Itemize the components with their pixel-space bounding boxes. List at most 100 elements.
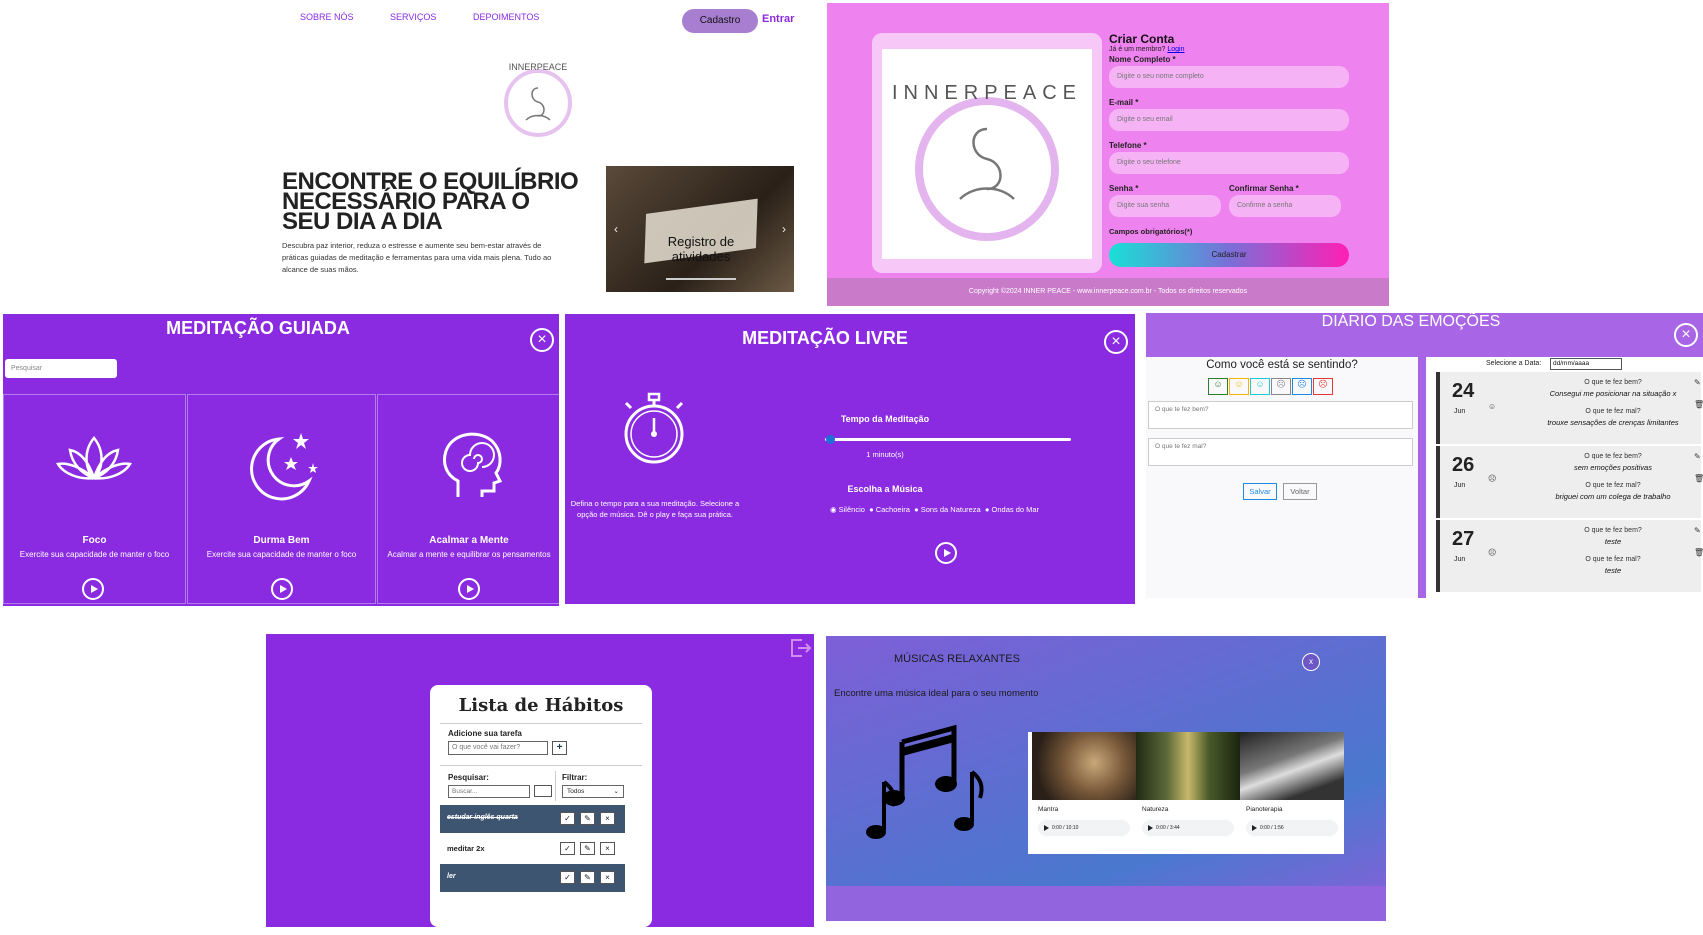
email-field[interactable]: Digite o seu email	[1109, 109, 1349, 131]
close-icon[interactable]: ×	[1104, 330, 1128, 354]
trash-icon[interactable]: 🗑	[1694, 474, 1703, 483]
audio-player[interactable]: 0:00 / 3:44	[1142, 820, 1234, 836]
check-icon[interactable]: ✓	[560, 812, 575, 825]
edit-icon[interactable]: ✎	[1694, 378, 1701, 387]
track-image	[1032, 732, 1136, 800]
delete-icon[interactable]: ×	[600, 871, 615, 884]
trash-icon[interactable]: 🗑	[1694, 548, 1703, 557]
pencil-icon[interactable]: ✎	[580, 871, 595, 884]
filter-select[interactable]: Todos ⌄	[562, 785, 624, 798]
tracks-grid: Mantra 0:00 / 10:10 Natureza 0:00 / 3:44…	[1028, 732, 1344, 854]
register-button[interactable]: Cadastro	[682, 9, 758, 33]
add-task-button[interactable]: +	[552, 741, 567, 755]
audio-player[interactable]: 0:00 / 1:56	[1246, 820, 1338, 836]
diary-history: Selecione a Data: dd/mm/aaaa 24 Jun ☺ O …	[1426, 357, 1703, 598]
moon-stars-icon	[250, 433, 318, 501]
meditation-card-focus[interactable]: Foco Exercite sua capacidade de manter o…	[3, 394, 186, 604]
save-button[interactable]: Salvar	[1243, 483, 1277, 500]
play-icon[interactable]	[935, 542, 957, 564]
emoji-neutral-icon[interactable]: ☹	[1271, 378, 1291, 395]
search-input[interactable]: Pesquisar	[5, 359, 117, 378]
meditation-card-calm[interactable]: Acalmar a Mente Acalmar a mente e equili…	[377, 394, 559, 604]
carousel-caption: Registro de atividades	[667, 234, 735, 264]
nav-testimonials[interactable]: DEPOIMENTOS	[473, 12, 539, 22]
good-question: O que te fez bem?	[1584, 379, 1642, 386]
check-icon[interactable]: ✓	[560, 842, 575, 855]
name-field[interactable]: Digite o seu nome completo	[1109, 66, 1349, 88]
back-button[interactable]: Voltar	[1283, 483, 1317, 500]
close-icon[interactable]: ×	[530, 328, 554, 352]
pencil-icon[interactable]: ✎	[580, 812, 595, 825]
play-icon[interactable]	[271, 578, 293, 600]
login-link[interactable]: Login	[1167, 46, 1184, 53]
check-icon[interactable]: ✓	[560, 871, 575, 884]
bad-answer: trouxe sensações de crenças limitantes	[1547, 418, 1679, 427]
emoji-smile-icon[interactable]: ☺	[1229, 378, 1249, 395]
habit-item: meditar 2x ✓ ✎ ×	[440, 835, 625, 863]
divider	[440, 765, 642, 766]
entry-day: 24	[1452, 380, 1475, 402]
emoji-happy-icon[interactable]: ☺	[1208, 378, 1228, 395]
clear-search-icon[interactable]: ⌫	[534, 785, 552, 797]
signup-page: INNERPEACE Criar Conta Já é um membro? L…	[827, 3, 1389, 306]
activity-carousel[interactable]: ‹ › Registro de atividades	[606, 166, 794, 292]
date-input[interactable]: dd/mm/aaaa	[1550, 358, 1622, 370]
nav-services[interactable]: SERVIÇOS	[390, 12, 436, 22]
radio-silence[interactable]: ◉ Silêncio	[830, 505, 865, 514]
trash-icon[interactable]: 🗑	[1694, 400, 1703, 409]
page-title: DIÁRIO DAS EMOÇÕES	[1146, 313, 1676, 357]
emoji-love-icon[interactable]: ☺	[1250, 378, 1270, 395]
chevron-down-icon: ⌄	[613, 788, 619, 795]
delete-icon[interactable]: ×	[600, 842, 615, 855]
card-title: Foco	[82, 535, 107, 546]
delete-icon[interactable]: ×	[600, 812, 615, 825]
search-input[interactable]: Buscar...	[448, 785, 530, 798]
close-icon[interactable]: ×	[1674, 323, 1698, 347]
radio-waterfall[interactable]: ● Cachoeira	[869, 505, 910, 514]
mood-icon: ☺	[1488, 402, 1497, 411]
track-name: Natureza	[1142, 806, 1169, 813]
time-slider[interactable]	[825, 435, 1071, 444]
landing-page: SOBRE NÓS SERVIÇOS DEPOIMENTOS Cadastro …	[260, 0, 802, 298]
track-card: Natureza 0:00 / 3:44	[1136, 732, 1240, 842]
edit-icon[interactable]: ✎	[1694, 526, 1701, 535]
slider-thumb[interactable]	[825, 435, 835, 444]
good-answer: Consegui me posicionar na situação x	[1549, 389, 1677, 398]
play-icon[interactable]	[82, 578, 104, 600]
track-image	[1136, 732, 1240, 800]
add-task-input[interactable]: O que você vai fazer?	[448, 741, 548, 755]
close-icon[interactable]: x	[1302, 653, 1320, 671]
bad-textarea[interactable]: O que te fez mal?	[1148, 438, 1413, 466]
confirm-password-field[interactable]: Confirme a senha	[1229, 195, 1341, 217]
submit-button[interactable]: Cadastrar	[1109, 243, 1349, 267]
carousel-indicators[interactable]	[666, 278, 736, 280]
add-label: Adicione sua tarefa	[448, 729, 522, 738]
good-textarea[interactable]: O que te fez bem?	[1148, 401, 1413, 429]
audio-player[interactable]: 0:00 / 10:10	[1038, 820, 1130, 836]
date-label: Selecione a Data:	[1486, 360, 1542, 367]
nav-about[interactable]: SOBRE NÓS	[300, 12, 354, 22]
music-options: ◉ Silêncio ● Cachoeira ● Sons da Naturez…	[830, 505, 1039, 514]
lotus-icon	[56, 436, 132, 480]
meditation-card-sleep[interactable]: Durma Bem Exercite sua capacidade de man…	[187, 394, 376, 604]
emoji-angry-icon[interactable]: ☹	[1313, 378, 1333, 395]
radio-ocean[interactable]: ● Ondas do Mar	[985, 505, 1039, 514]
carousel-next-icon[interactable]: ›	[782, 222, 786, 236]
phone-field[interactable]: Digite o seu telefone	[1109, 152, 1349, 174]
pencil-icon[interactable]: ✎	[580, 842, 595, 855]
edit-icon[interactable]: ✎	[1694, 452, 1701, 461]
carousel-prev-icon[interactable]: ‹	[614, 222, 618, 236]
stopwatch-icon	[624, 392, 684, 464]
play-icon[interactable]	[458, 578, 480, 600]
divider	[440, 723, 642, 724]
habits-title: Lista de Hábitos	[458, 695, 624, 716]
emoji-sad-icon[interactable]: ☹	[1292, 378, 1312, 395]
diary-entry: 26 Jun ☹ O que te fez bem? sem emoções p…	[1436, 446, 1703, 518]
logo: INNERPEACE	[882, 49, 1092, 259]
login-link[interactable]: Entrar	[762, 13, 794, 25]
page-title: MEDITAÇÃO GUIADA	[166, 318, 350, 338]
radio-nature[interactable]: ● Sons da Natureza	[914, 505, 981, 514]
logout-icon[interactable]	[790, 638, 812, 658]
password-field[interactable]: Digite sua senha	[1109, 195, 1221, 217]
card-title: Acalmar a Mente	[429, 535, 509, 546]
